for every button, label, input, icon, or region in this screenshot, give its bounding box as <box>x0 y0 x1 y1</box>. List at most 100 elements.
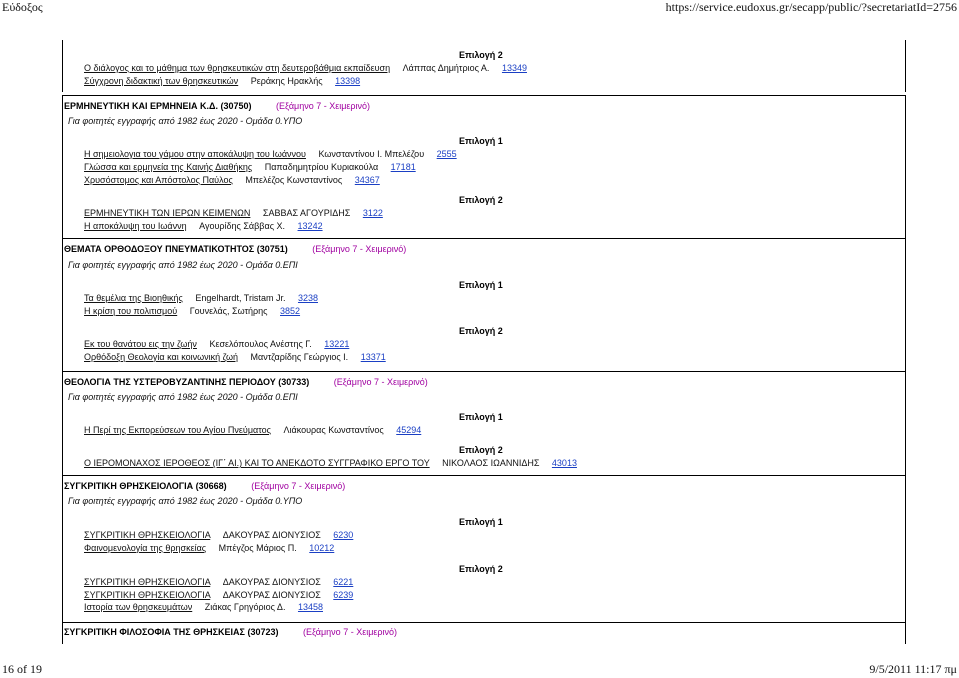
book-title-link[interactable]: Τα θεμέλια της Βιοηθικής <box>84 293 183 303</box>
course-separator <box>62 622 906 623</box>
course-header: ΕΡΜΗΝΕΥΤΙΚΗ ΚΑΙ ΕΡΜΗΝΕΙΑ Κ.Δ. (30750) (Ε… <box>64 101 370 111</box>
book-author: Engelhardt, Tristam Jr. <box>195 293 286 303</box>
choice-label: Επιλογή 2 <box>459 445 503 455</box>
book-author: Ρεράκης Ηρακλής <box>250 76 323 86</box>
choice-label: Επιλογή 1 <box>459 517 503 527</box>
course-header: ΘΕΟΛΟΓΙΑ ΤΗΣ ΥΣΤΕΡΟΒΥΖΑΝΤΙΝΗΣ ΠΕΡΙΟΔΟΥ (… <box>64 377 428 387</box>
choice-label: Επιλογή 2 <box>459 195 503 205</box>
book-author: Γουνελάς, Σωτήρης <box>189 306 268 316</box>
book-title-link[interactable]: ΣΥΓΚΡΙΤΙΚΗ ΘΡΗΣΚΕΙΟΛΟΓΙΑ <box>84 577 210 587</box>
book-entry: ΣΥΓΚΡΙΤΙΚΗ ΘΡΗΣΚΕΙΟΛΟΓΙΑ ΔΑΚΟΥΡΑΣ ΔΙΟΝΥΣ… <box>84 590 353 600</box>
book-title-link[interactable]: Ο ΙΕΡΟΜΟΝΑΧΟΣ ΙΕΡΟΘΕΟΣ (ΙΓ΄ ΑΙ.) ΚΑΙ ΤΟ … <box>84 458 430 468</box>
book-entry: Η αποκάλυψη του Ιωάννη Αγουρίδης Σάββας … <box>84 221 323 231</box>
course-semester: (Εξάμηνο 7 - Χειμερινό) <box>303 627 398 637</box>
frame-line <box>62 96 63 644</box>
frame-line <box>905 96 906 644</box>
book-title-link[interactable]: Ιστορία των θρησκευμάτων <box>84 602 192 612</box>
book-code-link[interactable]: 13398 <box>335 76 360 86</box>
book-entry: Ορθόδοξη Θεολογία και κοινωνική ζωή Μαντ… <box>84 352 386 362</box>
book-code-link[interactable]: 34367 <box>355 175 380 185</box>
book-code-link[interactable]: 6221 <box>333 577 353 587</box>
book-code-link[interactable]: 3122 <box>363 208 383 218</box>
course-semester: (Εξάμηνο 7 - Χειμερινό) <box>312 244 407 254</box>
course-title: ΣΥΓΚΡΙΤΙΚΗ ΦΙΛΟΣΟΦΙΑ ΤΗΣ ΘΡΗΣΚΕΙΑΣ (3072… <box>64 627 279 637</box>
course-semester: (Εξάμηνο 7 - Χειμερινό) <box>333 377 428 387</box>
book-entry: Ιστορία των θρησκευμάτων Ζιάκας Γρηγόριο… <box>84 602 323 612</box>
book-author: Λάππας Δημήτριος Α. <box>402 63 490 73</box>
book-author: Ζιάκας Γρηγόριος Δ. <box>204 602 286 612</box>
book-entry: Φαινομενολογία της θρησκείας Μπέγζος Μάρ… <box>84 543 334 553</box>
book-entry: Σύγχρονη διδακτική των θρησκευτικών Ρερά… <box>84 76 360 86</box>
course-separator <box>62 95 906 96</box>
book-author: ΔΑΚΟΥΡΑΣ ΔΙΟΝΥΣΙΟΣ <box>222 577 321 587</box>
course-semester: (Εξάμηνο 7 - Χειμερινό) <box>251 481 346 491</box>
book-title-link[interactable]: Γλώσσα και ερμηνεία της Καινής Διαθήκης <box>84 162 252 172</box>
book-code-link[interactable]: 45294 <box>396 425 421 435</box>
book-entry: Η σημειολογια του γάμου στην αποκάλυψη τ… <box>84 149 457 159</box>
book-title-link[interactable]: Φαινομενολογία της θρησκείας <box>84 543 206 553</box>
book-code-link[interactable]: 3238 <box>298 293 318 303</box>
course-title: ΣΥΓΚΡΙΤΙΚΗ ΘΡΗΣΚΕΙΟΛΟΓΙΑ (30668) <box>64 481 227 491</box>
book-title-link[interactable]: Η κρίση του πολιτισμού <box>84 306 177 316</box>
book-author: Κωνσταντίνου Ι. Μπελέζου <box>318 149 425 159</box>
book-title-link[interactable]: Η αποκάλυψη του Ιωάννη <box>84 221 187 231</box>
book-code-link[interactable]: 6239 <box>333 590 353 600</box>
course-title: ΕΡΜΗΝΕΥΤΙΚΗ ΚΑΙ ΕΡΜΗΝΕΙΑ Κ.Δ. (30750) <box>64 101 252 111</box>
book-entry: Χρυσόστομος και Απόστολος Παύλος Μπελέζο… <box>84 175 380 185</box>
course-header: ΣΥΓΚΡΙΤΙΚΗ ΘΡΗΣΚΕΙΟΛΟΓΙΑ (30668) (Εξάμην… <box>64 481 345 491</box>
book-code-link[interactable]: 13221 <box>324 339 349 349</box>
frame-line <box>62 40 63 92</box>
page-url: https://service.eudoxus.gr/secapp/public… <box>665 0 957 14</box>
book-title-link[interactable]: ΕΡΜΗΝΕΥΤΙΚΗ ΤΩΝ ΙΕΡΩΝ ΚΕΙΜΕΝΩΝ <box>84 208 250 218</box>
choice-label: Επιλογή 2 <box>459 326 503 336</box>
book-author: Μαντζαρίδης Γεώργιος Ι. <box>250 352 349 362</box>
book-code-link[interactable]: 6230 <box>333 530 353 540</box>
book-code-link[interactable]: 2555 <box>437 149 457 159</box>
course-subtitle: Για φοιτητές εγγραφής από 1982 έως 2020 … <box>68 116 303 126</box>
book-code-link[interactable]: 3852 <box>280 306 300 316</box>
course-subtitle: Για φοιτητές εγγραφής από 1982 έως 2020 … <box>68 392 298 402</box>
course-header: ΘΕΜΑΤΑ ΟΡΘΟΔΟΞΟΥ ΠΝΕΥΜΑΤΙΚΟΤΗΤΟΣ (30751)… <box>64 244 406 254</box>
site-title: Εύδοξος <box>2 0 43 14</box>
book-title-link[interactable]: Ορθόδοξη Θεολογία και κοινωνική ζωή <box>84 352 238 362</box>
book-author: ΔΑΚΟΥΡΑΣ ΔΙΟΝΥΣΙΟΣ <box>222 590 321 600</box>
course-separator <box>62 371 906 372</box>
book-title-link[interactable]: ΣΥΓΚΡΙΤΙΚΗ ΘΡΗΣΚΕΙΟΛΟΓΙΑ <box>84 590 210 600</box>
book-entry: Ο ΙΕΡΟΜΟΝΑΧΟΣ ΙΕΡΟΘΕΟΣ (ΙΓ΄ ΑΙ.) ΚΑΙ ΤΟ … <box>84 458 577 468</box>
book-code-link[interactable]: 10212 <box>309 543 334 553</box>
choice-label: Επιλογή 2 <box>459 564 503 574</box>
book-entry: ΣΥΓΚΡΙΤΙΚΗ ΘΡΗΣΚΕΙΟΛΟΓΙΑ ΔΑΚΟΥΡΑΣ ΔΙΟΝΥΣ… <box>84 530 353 540</box>
choice-label: Επιλογή 1 <box>459 280 503 290</box>
book-author: Κεσελόπουλος Ανέστης Γ. <box>209 339 312 349</box>
course-subtitle: Για φοιτητές εγγραφής από 1982 έως 2020 … <box>68 260 298 270</box>
course-title: ΘΕΟΛΟΓΙΑ ΤΗΣ ΥΣΤΕΡΟΒΥΖΑΝΤΙΝΗΣ ΠΕΡΙΟΔΟΥ (… <box>64 377 310 387</box>
book-code-link[interactable]: 13371 <box>361 352 386 362</box>
book-code-link[interactable]: 17181 <box>391 162 416 172</box>
book-title-link[interactable]: Η σημειολογια του γάμου στην αποκάλυψη τ… <box>84 149 306 159</box>
book-title-link[interactable]: Εκ του θανάτου εις την ζωήν <box>84 339 197 349</box>
book-entry: Ο διάλογος και το μάθημα των θρησκευτικώ… <box>84 63 527 73</box>
course-subtitle: Για φοιτητές εγγραφής από 1982 έως 2020 … <box>68 496 303 506</box>
book-code-link[interactable]: 13349 <box>502 63 527 73</box>
book-code-link[interactable]: 43013 <box>552 458 577 468</box>
book-code-link[interactable]: 13242 <box>298 221 323 231</box>
course-separator <box>62 475 906 476</box>
page-number: 16 of 19 <box>2 662 42 676</box>
book-author: Μπέγζος Μάριος Π. <box>218 543 297 553</box>
course-semester: (Εξάμηνο 7 - Χειμερινό) <box>276 101 371 111</box>
book-code-link[interactable]: 13458 <box>298 602 323 612</box>
book-entry: Γλώσσα και ερμηνεία της Καινής Διαθήκης … <box>84 162 416 172</box>
book-title-link[interactable]: ΣΥΓΚΡΙΤΙΚΗ ΘΡΗΣΚΕΙΟΛΟΓΙΑ <box>84 530 210 540</box>
book-entry: ΣΥΓΚΡΙΤΙΚΗ ΘΡΗΣΚΕΙΟΛΟΓΙΑ ΔΑΚΟΥΡΑΣ ΔΙΟΝΥΣ… <box>84 577 353 587</box>
book-entry: Εκ του θανάτου εις την ζωήν Κεσελόπουλος… <box>84 339 349 349</box>
course-separator <box>62 238 906 239</box>
book-entry: Η Περί της Εκπορεύσεων του Αγίου Πνεύματ… <box>84 425 421 435</box>
choice-label: Επιλογή 1 <box>459 412 503 422</box>
book-title-link[interactable]: Η Περί της Εκπορεύσεων του Αγίου Πνεύματ… <box>84 425 271 435</box>
print-timestamp: 9/5/2011 11:17 πμ <box>869 662 957 676</box>
book-title-link[interactable]: Ο διάλογος και το μάθημα των θρησκευτικώ… <box>84 63 390 73</box>
book-author: Αγουρίδης Σάββας Χ. <box>199 221 286 231</box>
book-title-link[interactable]: Σύγχρονη διδακτική των θρησκευτικών <box>84 76 238 86</box>
book-title-link[interactable]: Χρυσόστομος και Απόστολος Παύλος <box>84 175 233 185</box>
book-author: ΔΑΚΟΥΡΑΣ ΔΙΟΝΥΣΙΟΣ <box>222 530 321 540</box>
